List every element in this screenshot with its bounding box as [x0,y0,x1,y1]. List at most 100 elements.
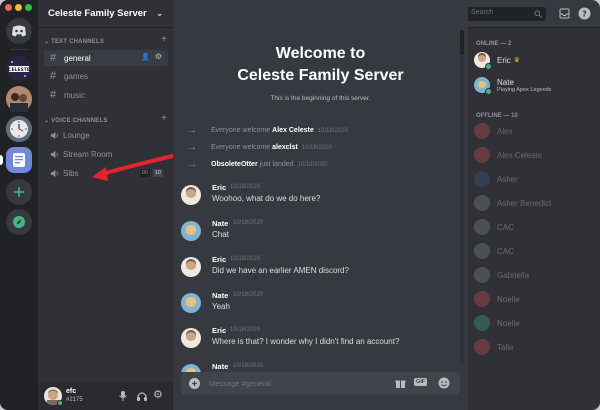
explore-servers-icon[interactable] [6,209,32,235]
system-text: Everyone welcome [211,144,271,151]
avatar[interactable] [181,328,201,348]
avatar[interactable] [181,185,201,205]
gift-icon[interactable] [395,378,406,389]
search-input[interactable]: Search [466,7,546,21]
avatar [474,267,490,283]
message-author[interactable]: Eric [212,326,226,335]
message-author[interactable]: Eric [212,183,226,192]
online-status-dot [485,88,492,95]
avatar [474,315,490,331]
welcome-title-line1: Welcome to [275,45,366,62]
avatar[interactable] [181,257,201,277]
avatar [474,339,490,355]
system-text: just landed. [259,161,296,168]
member-activity: Playing Apex Legends [497,86,552,93]
online-status-dot [485,63,492,70]
add-server-icon[interactable] [6,179,32,205]
join-arrow-icon: → [187,159,197,170]
online-status-dot [57,400,63,406]
discord-window: CELESTE Celeste Family Server ⌄ ⌄ TEXT C… [0,0,600,410]
chat-scrollbar[interactable] [460,30,464,365]
message-author[interactable]: Nate [212,219,228,228]
gif-button[interactable]: GIF [414,378,428,386]
zoom-window-button[interactable] [25,4,32,11]
username: efc [66,388,77,395]
scrollbar-thumb[interactable] [460,30,464,55]
member-item[interactable]: Noelle [474,312,594,334]
minimize-window-button[interactable] [15,4,22,11]
message-author[interactable]: Eric [212,255,226,264]
celeste-server-icon[interactable]: CELESTE [6,56,32,82]
channel-label: Lounge [63,130,90,140]
online-header: ONLINE — 2 [476,41,512,47]
message-author[interactable]: Nate [212,291,228,300]
home-icon[interactable] [6,18,32,44]
invite-icon[interactable]: 👤 [141,53,150,61]
avatar[interactable] [181,293,201,313]
member-item[interactable]: CAC [474,216,594,238]
member-item[interactable]: Nate Playing Apex Legends [474,73,594,97]
chat-message: Eric 10/18/2020 Woohoo, what do we do he… [181,183,466,215]
create-voice-channel-icon[interactable]: + [161,113,167,124]
system-message: → Everyone welcome alexclst 10/18/2020 [187,142,332,153]
chat-message: Eric 10/18/2020 Did we have an earlier A… [181,255,466,287]
chat-message: Nate 10/18/2020 Chat [181,219,466,251]
system-message: → ObsoleteOtter just landed. 10/18/2020 [187,159,328,170]
member-item[interactable]: CAC [474,240,594,262]
member-item[interactable]: Gabriella [474,264,594,286]
upload-plus-icon[interactable] [189,378,200,389]
joined-user-name[interactable]: alexclst [272,144,298,151]
microphone-icon[interactable] [118,390,128,402]
document-server-icon[interactable] [6,147,32,173]
voice-channel-lounge[interactable]: Lounge [44,127,168,143]
avatar [474,77,492,95]
member-item[interactable]: Eric ♛ [474,49,594,71]
channel-item-music[interactable]: # music [44,87,168,103]
timestamp: 10/18/2020 [297,161,328,168]
avatar [474,52,492,70]
member-item[interactable]: Asher [474,168,594,190]
member-item[interactable]: Talle [474,336,594,358]
user-settings-gear-icon[interactable]: ⚙ [153,388,163,401]
joined-user-name[interactable]: ObsoleteOtter [211,161,258,168]
channel-item-general[interactable]: # general 👤 ⚙ [44,50,168,66]
hash-icon: # [50,70,57,82]
avatar[interactable] [181,221,201,241]
headphones-icon[interactable] [136,390,148,402]
channel-item-games[interactable]: # games [44,68,168,84]
member-item[interactable]: Alex [474,120,594,142]
message-input[interactable]: Message #general GIF [181,372,460,395]
message-text: Chat [212,230,229,239]
user-panel: efc #2175 ⚙ [38,382,173,410]
close-window-button[interactable] [5,4,12,11]
member-item[interactable]: Noelle [474,288,594,310]
help-icon[interactable]: ? [578,7,591,20]
timestamp: 10/18/2020 [233,292,264,298]
timestamp: 10/18/2020 [233,220,264,226]
emoji-icon[interactable] [438,377,450,389]
avatar[interactable] [181,364,201,372]
family-photo-server-icon[interactable] [6,86,32,112]
voice-channels-category[interactable]: ⌄ VOICE CHANNELS + [44,113,167,124]
welcome-title-line2: Celeste Family Server [237,67,404,84]
member-name: Gabriella [497,270,530,280]
clock-server-icon[interactable] [6,116,32,142]
avatar [474,171,490,187]
joined-user-name[interactable]: Alex Celeste [272,127,314,134]
text-channels-category[interactable]: ⌄ TEXT CHANNELS + [44,34,167,45]
member-name: Nate [497,77,514,87]
message-author[interactable]: Nate [212,362,228,371]
speaker-icon [50,131,58,139]
member-item[interactable]: Alex Celeste [474,144,594,166]
inbox-icon[interactable] [559,8,570,19]
member-name: Talle [497,342,514,352]
user-tag: #2175 [66,397,83,403]
member-item[interactable]: Asher Benedict [474,192,594,214]
server-header[interactable]: Celeste Family Server ⌄ [38,0,173,28]
avatar [474,219,490,235]
member-name: CAC [497,222,514,232]
chevron-down-icon: ⌄ [156,9,163,18]
create-text-channel-icon[interactable]: + [161,34,167,45]
gear-icon[interactable]: ⚙ [155,52,162,61]
message-text: Did we have an earlier AMEN discord? [212,266,349,275]
